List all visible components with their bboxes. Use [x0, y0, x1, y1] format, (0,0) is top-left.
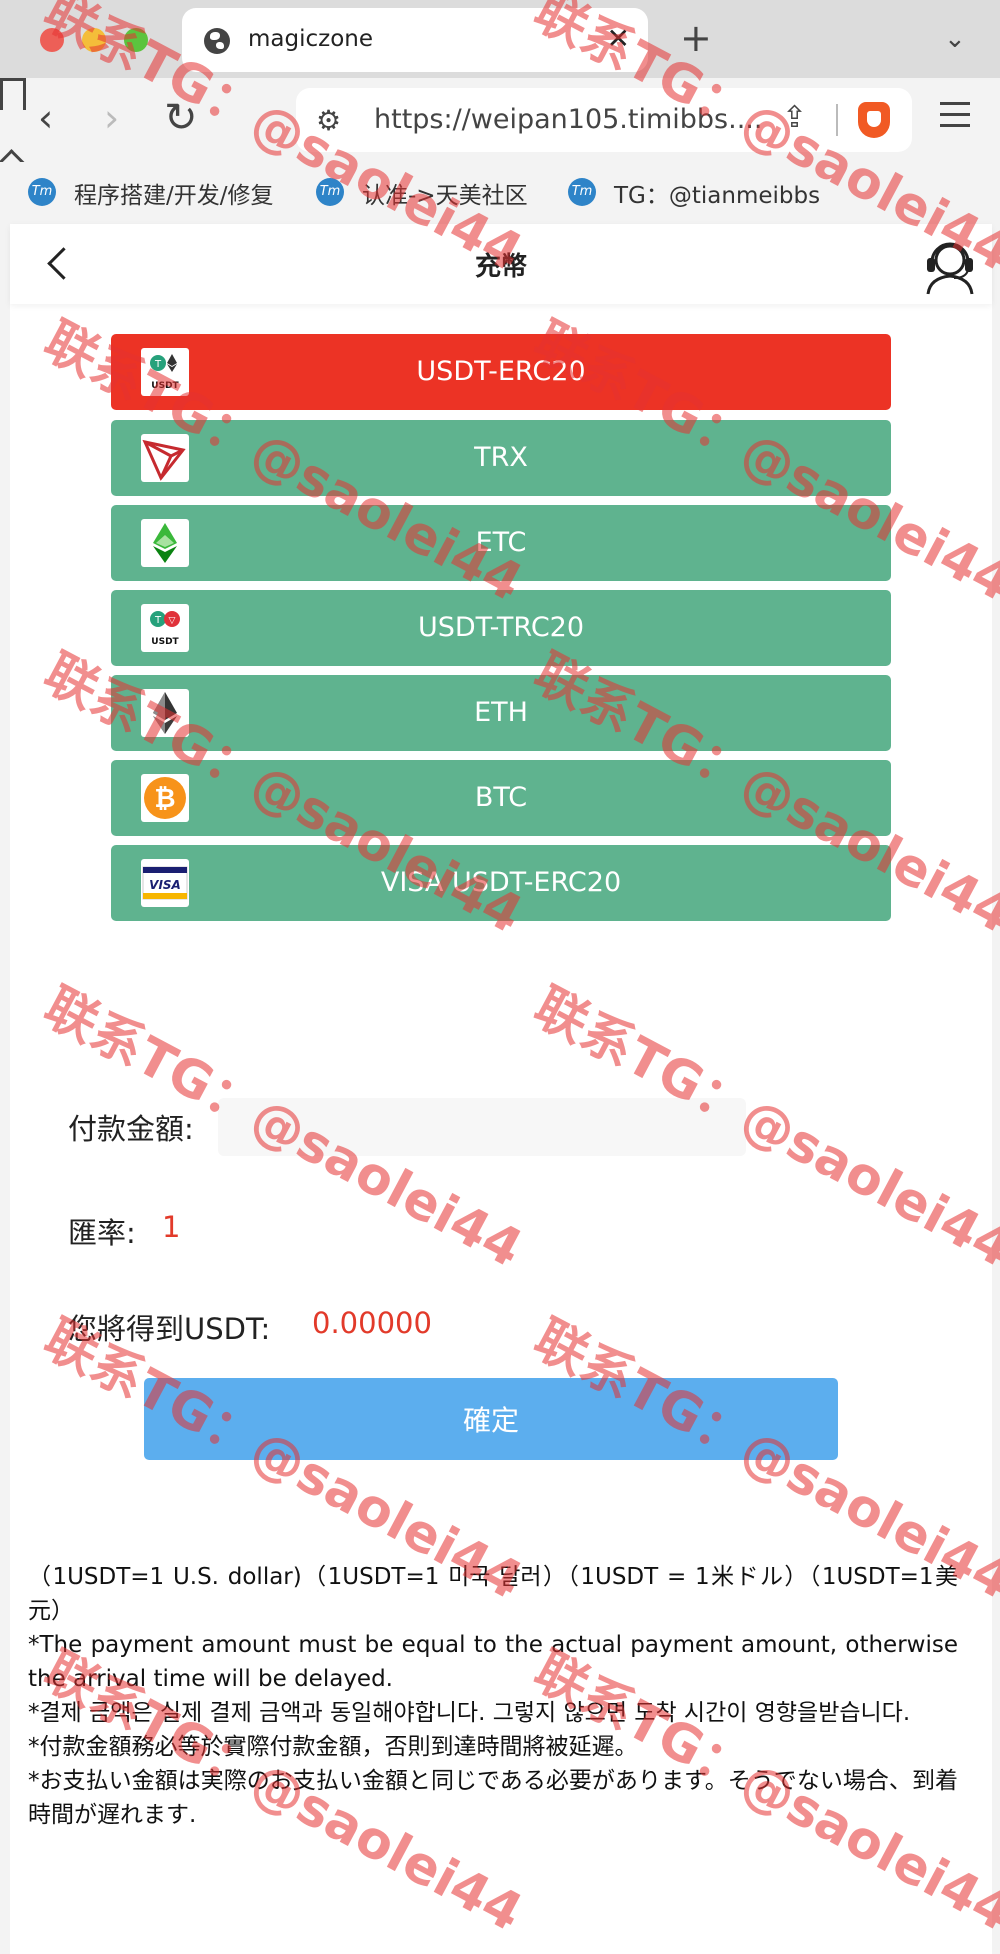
globe-icon [204, 28, 230, 54]
payment-method-usdt-erc20[interactable]: T USDT USDT-ERC20 [111, 334, 891, 410]
rate-label: 匯率: [68, 1216, 136, 1250]
receive-value: 0.00000 [312, 1306, 432, 1340]
bookmark-label: 认准->天美社区 [362, 183, 528, 209]
payment-method-btc[interactable]: ₿ BTC [111, 760, 891, 836]
payment-method-visa-usdt-erc20[interactable]: VISA VISA USDT-ERC20 [111, 845, 891, 921]
brave-shield-icon[interactable] [858, 102, 890, 138]
amount-input[interactable] [218, 1098, 746, 1156]
back-arrow-icon[interactable]: ‹ [38, 96, 53, 140]
page-header: 充幣 [10, 224, 992, 304]
note-chinese: *付款金額務必等於實際付款金額，否則到達時間將被延遲。 [28, 1734, 638, 1760]
bookmark-label: TG：@tianmeibbs [614, 183, 821, 209]
payment-method-label: USDT-TRC20 [417, 612, 585, 643]
rate-value: 1 [162, 1210, 181, 1244]
bookmark-favicon-icon: Tm [316, 178, 344, 206]
note-japanese: *お支払い金額は実際のお支払い金額と同じである必要があります。そうでない場合、到… [28, 1768, 958, 1828]
close-window-button[interactable] [40, 28, 64, 52]
bookmark-favicon-icon: Tm [28, 178, 56, 206]
note-korean: *결제 금액은 실제 결제 금액과 동일해야합니다. 그렇지 않으면 도착 시간… [28, 1700, 911, 1726]
close-icon[interactable]: ✕ [607, 22, 630, 56]
payment-method-label: ETC [475, 527, 527, 558]
payment-method-label: TRX [474, 442, 528, 473]
amount-label: 付款金額: [68, 1112, 194, 1146]
forward-arrow-icon[interactable]: › [104, 96, 119, 140]
maximize-window-button[interactable] [124, 28, 148, 52]
bookmark-icon[interactable] [0, 78, 26, 110]
divider [836, 104, 838, 136]
tab-bar: magiczone ✕ + ⌄ [0, 0, 1000, 78]
page-title: 充幣 [474, 252, 527, 282]
payment-method-eth[interactable]: ETH [111, 675, 891, 751]
exchange-rate-note: （1USDT=1 U.S. dollar)（1USDT=1 미국 달러）（1US… [28, 1564, 958, 1624]
bookmarks-bar: Tm 程序搭建/开发/修复 Tm 认准->天美社区 Tm TG：@tianmei… [0, 162, 1000, 222]
bookmark-favicon-icon: Tm [568, 178, 596, 206]
payment-method-label: ETH [474, 697, 528, 728]
browser-toolbar: ‹ › ↻ ⚙ https://weipan105.timibbs.... ⇪ [0, 78, 1000, 162]
address-bar[interactable]: ⚙ https://weipan105.timibbs.... ⇪ [296, 88, 912, 152]
payment-notes: （1USDT=1 U.S. dollar)（1USDT=1 미국 달러）（1US… [28, 1560, 958, 1832]
share-icon[interactable]: ⇪ [782, 100, 807, 135]
browser-tab[interactable]: magiczone ✕ [182, 8, 648, 72]
customer-service-icon[interactable] [922, 234, 978, 296]
menu-icon[interactable] [940, 102, 970, 135]
url-text[interactable]: https://weipan105.timibbs.... [374, 104, 762, 135]
reload-icon[interactable]: ↻ [164, 96, 198, 140]
browser-window: magiczone ✕ + ⌄ ‹ › ↻ ⚙ https://weipan10… [0, 0, 1000, 1954]
chevron-down-icon[interactable]: ⌄ [944, 24, 966, 54]
site-settings-icon[interactable]: ⚙ [316, 104, 341, 137]
tab-title: magiczone [248, 26, 374, 52]
payment-method-label: BTC [474, 782, 528, 813]
payment-method-usdt-trc20[interactable]: T ▽ USDT USDT-TRC20 [111, 590, 891, 666]
new-tab-icon[interactable]: + [680, 18, 712, 58]
payment-method-label: VISA USDT-ERC20 [380, 867, 622, 898]
payment-method-trx[interactable]: TRX [111, 420, 891, 496]
minimize-window-button[interactable] [82, 28, 106, 52]
receive-label: 您將得到USDT: [68, 1312, 271, 1346]
payment-method-label: USDT-ERC20 [416, 356, 586, 387]
payment-method-etc[interactable]: ETC [111, 505, 891, 581]
confirm-button[interactable]: 確定 [144, 1378, 838, 1460]
bookmark-label: 程序搭建/开发/修复 [74, 183, 274, 209]
note-english: *The payment amount must be equal to the… [28, 1632, 958, 1692]
